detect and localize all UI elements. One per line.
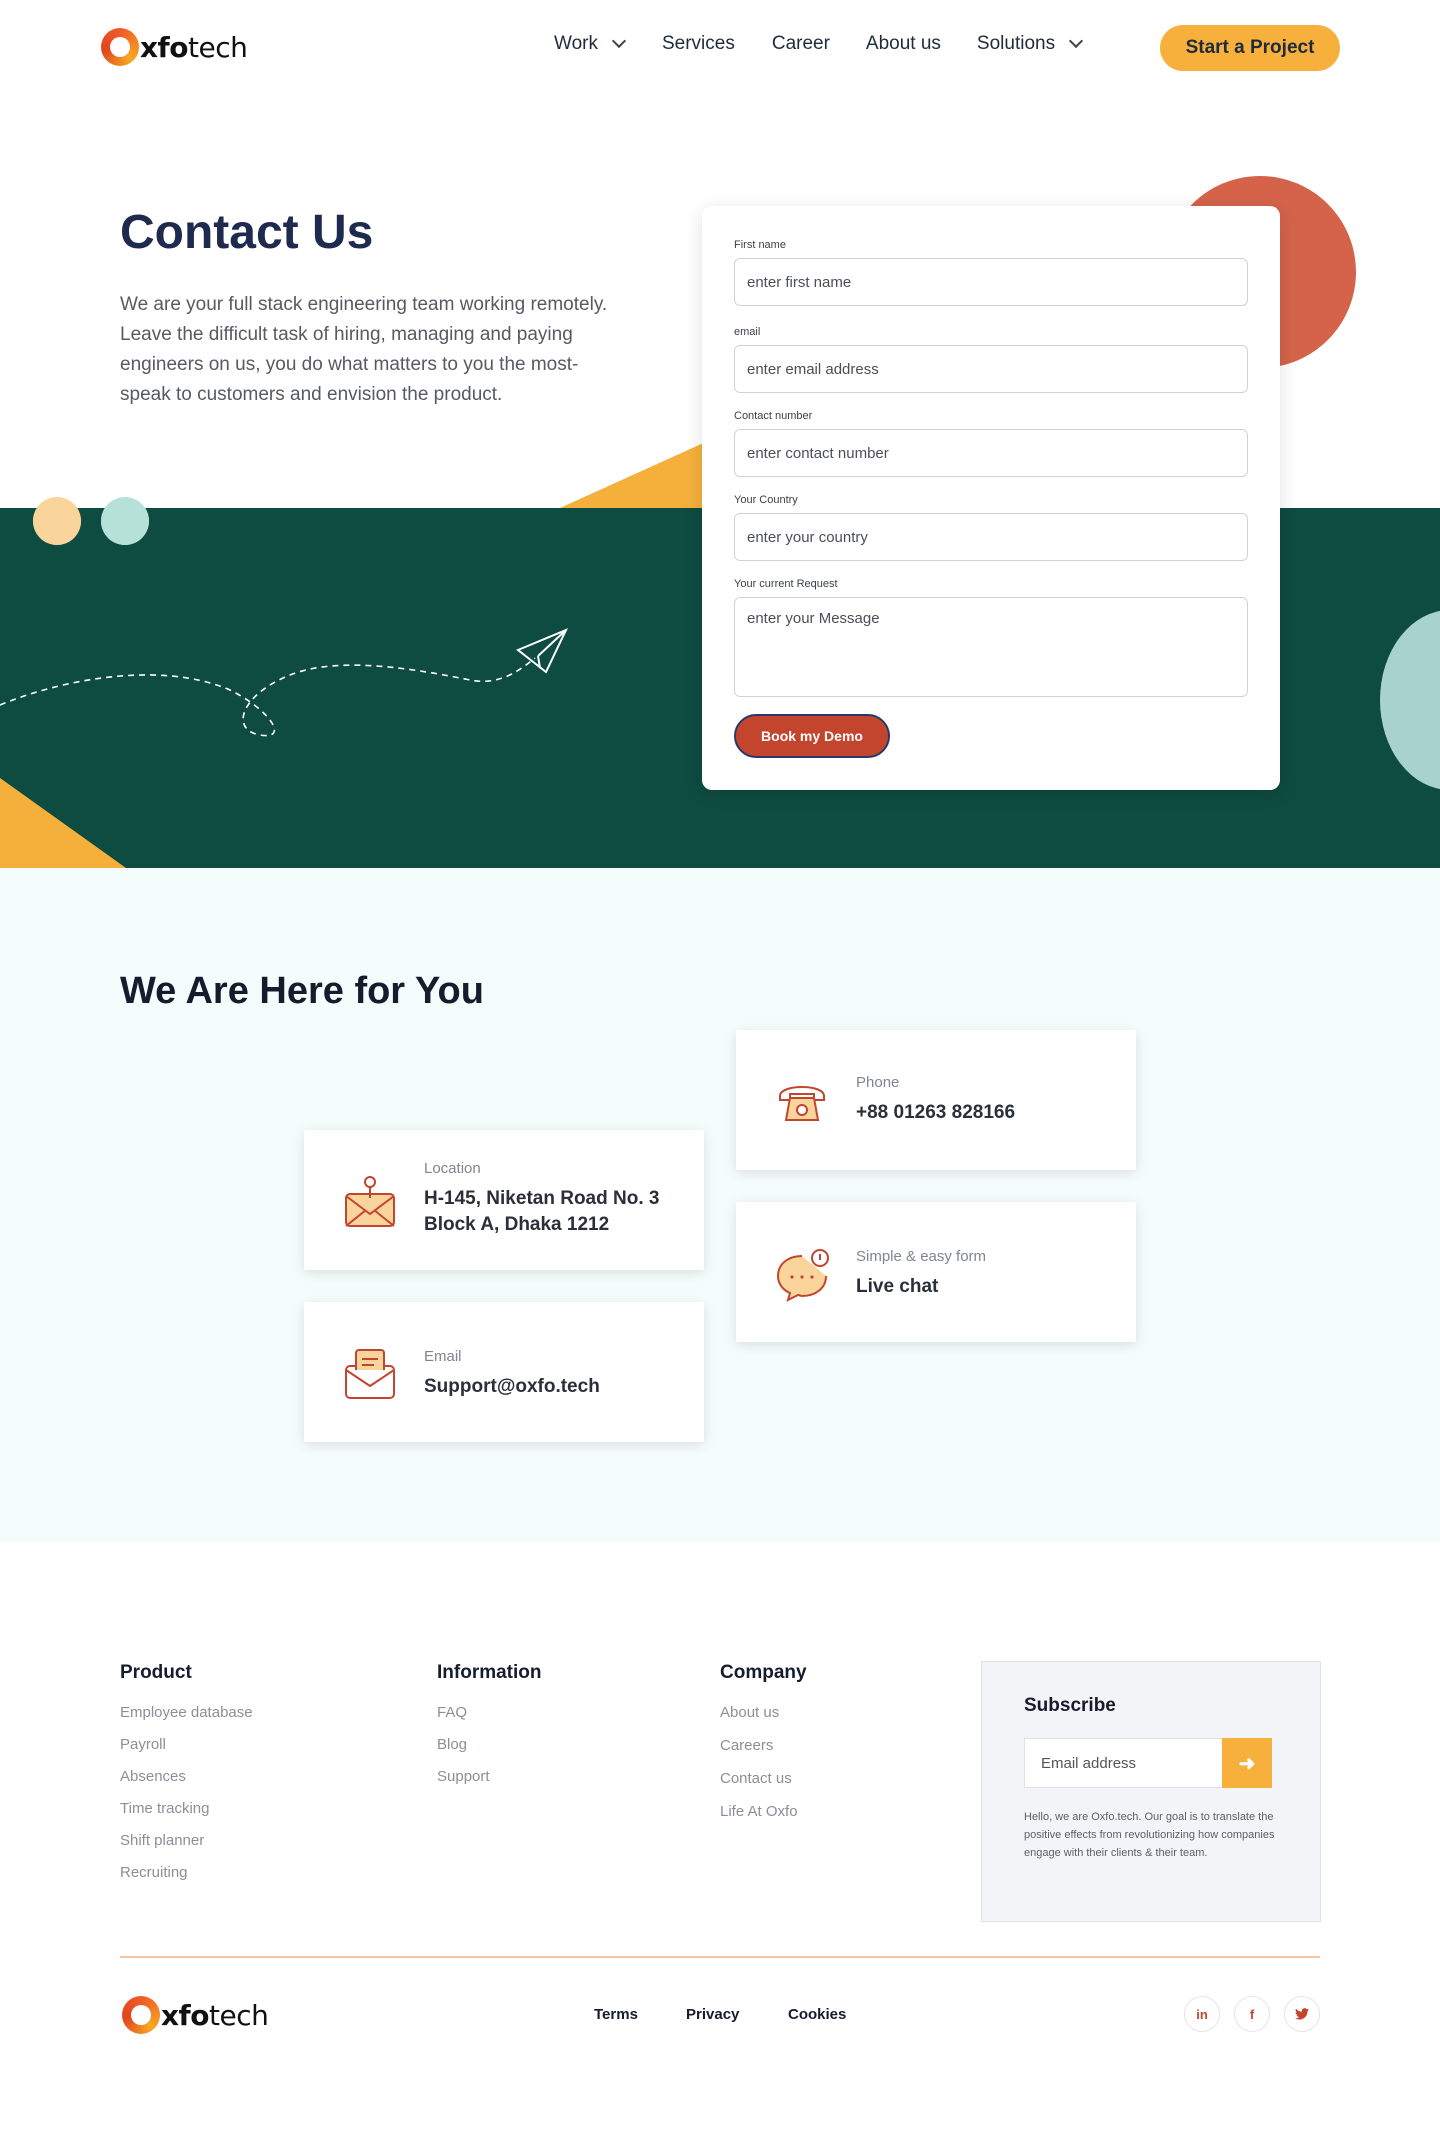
cookies-link[interactable]: Cookies (788, 2006, 846, 2023)
card-label: Phone (856, 1074, 900, 1091)
address-line-2: Block A, Dhaka 1212 (424, 1214, 610, 1235)
subscribe-box: Subscribe ➜ Hello, we are Oxfo.tech. Our… (981, 1661, 1321, 1922)
telephone-icon (779, 1086, 825, 1121)
footer-link[interactable]: Contact us (720, 1770, 792, 1787)
footer-link[interactable]: Shift planner (120, 1832, 204, 1849)
email-field[interactable] (734, 345, 1248, 393)
phone-card[interactable]: Phone +88 01263 828166 (736, 1030, 1136, 1170)
contact-number-field[interactable] (734, 429, 1248, 477)
contact-form: First name email Contact number Your Cou… (702, 206, 1280, 790)
footer-link[interactable]: Employee database (120, 1704, 253, 1721)
location-card[interactable]: Location H-145, Niketan Road No. 3 Block… (304, 1130, 704, 1270)
nav-item-career[interactable]: Career (772, 33, 830, 55)
country-label: Your Country (734, 494, 798, 506)
hero-description: We are your full stack engineering team … (120, 294, 608, 405)
phone-number: +88 01263 828166 (856, 1102, 1016, 1123)
logo[interactable]: xfotech (101, 28, 248, 66)
footer-link[interactable]: Life At Oxfo (720, 1803, 798, 1820)
live-chat-card[interactable]: Simple & easy form Live chat (736, 1202, 1136, 1342)
privacy-link[interactable]: Privacy (686, 2006, 739, 2023)
first-name-field[interactable] (734, 258, 1248, 306)
section-title: We Are Here for You (120, 970, 484, 1012)
email-card[interactable]: Email Support@oxfo.tech (304, 1302, 704, 1442)
chevron-down-icon (1069, 33, 1084, 49)
support-email: Support@oxfo.tech (424, 1376, 600, 1397)
chevron-down-icon (611, 33, 627, 49)
nav-item-about-us[interactable]: About us (866, 33, 941, 55)
country-field[interactable] (734, 513, 1248, 561)
subscribe-title: Subscribe (1024, 1695, 1116, 1716)
subscribe-email-input[interactable] (1024, 1738, 1222, 1788)
twitter-icon[interactable] (1284, 1996, 1320, 2032)
linkedin-glyph: in (1196, 2006, 1208, 2022)
footer-company-title: Company (720, 1662, 807, 1683)
footer-logo[interactable]: xfotech (122, 1996, 269, 2034)
twitter-bird-icon (1295, 2008, 1309, 2020)
card-label: Email (424, 1348, 462, 1365)
footer-link[interactable]: Careers (720, 1737, 773, 1754)
start-project-button[interactable]: Start a Project (1160, 25, 1340, 71)
logo-ring-icon (122, 1996, 160, 2034)
subscribe-note: Hello, we are Oxfo.tech. Our goal is to … (1024, 1811, 1275, 1859)
card-label: Simple & easy form (856, 1248, 987, 1265)
footer-product-title: Product (120, 1662, 192, 1683)
footer-link[interactable]: Absences (120, 1768, 186, 1785)
terms-link[interactable]: Terms (594, 2006, 638, 2023)
footer-link[interactable]: About us (720, 1704, 779, 1721)
linkedin-icon[interactable]: in (1184, 1996, 1220, 2032)
arrow-right-icon: ➜ (1238, 1752, 1256, 1775)
page-title: Contact Us (120, 206, 374, 259)
facebook-icon[interactable]: f (1234, 1996, 1270, 2032)
logo-wordmark: xfotech (140, 30, 248, 64)
location-mail-icon (345, 1176, 395, 1227)
request-label: Your current Request (734, 578, 838, 590)
chat-bubble-icon (776, 1249, 829, 1302)
nav-label: Services (661, 33, 735, 54)
footer-link[interactable]: FAQ (437, 1704, 467, 1721)
footer-link[interactable]: Support (437, 1768, 490, 1785)
decor-mint-circle (1380, 610, 1440, 790)
decor-dots-lower (0, 508, 200, 548)
book-demo-button[interactable]: Book my Demo (734, 714, 890, 758)
message-field[interactable] (734, 597, 1248, 697)
decor-mint-dot (101, 508, 149, 545)
nav-item-services[interactable]: Services (662, 33, 735, 55)
paper-plane-icon (0, 628, 569, 737)
nav-label: Career (771, 33, 830, 54)
live-chat-link: Live chat (856, 1276, 939, 1297)
facebook-glyph: f (1249, 2006, 1255, 2022)
decor-yellow-triangle (560, 440, 710, 508)
nav-item-work[interactable]: Work (554, 33, 627, 55)
contact-number-label: Contact number (734, 410, 813, 422)
logo-ring-icon (101, 28, 139, 66)
site-header: xfotech Work Services Career About us So… (0, 0, 1440, 96)
email-label: email (734, 326, 761, 338)
nav-label: About us (865, 33, 941, 54)
footer-information-title: Information (437, 1662, 542, 1683)
card-label: Location (424, 1160, 481, 1177)
decor-yellow-dot (33, 508, 81, 545)
subscribe-submit-button[interactable]: ➜ (1222, 1738, 1272, 1788)
footer-divider (120, 1956, 1320, 1958)
footer-link[interactable]: Time tracking (120, 1800, 209, 1817)
footer-link[interactable]: Blog (437, 1736, 467, 1753)
first-name-label: First name (734, 239, 786, 251)
envelope-icon (345, 1349, 395, 1399)
footer-link[interactable]: Recruiting (120, 1864, 188, 1881)
main-nav: Work Services Career About us Solutions (554, 33, 1084, 55)
nav-label: Solutions (976, 33, 1056, 54)
footer-link[interactable]: Payroll (120, 1736, 166, 1753)
nav-item-solutions[interactable]: Solutions (976, 33, 1084, 55)
decor-yellow-wedge (0, 778, 126, 868)
logo-wordmark: xfotech (161, 1998, 269, 2032)
nav-label: Work (554, 33, 598, 54)
address-line-1: H-145, Niketan Road No. 3 (424, 1188, 660, 1209)
